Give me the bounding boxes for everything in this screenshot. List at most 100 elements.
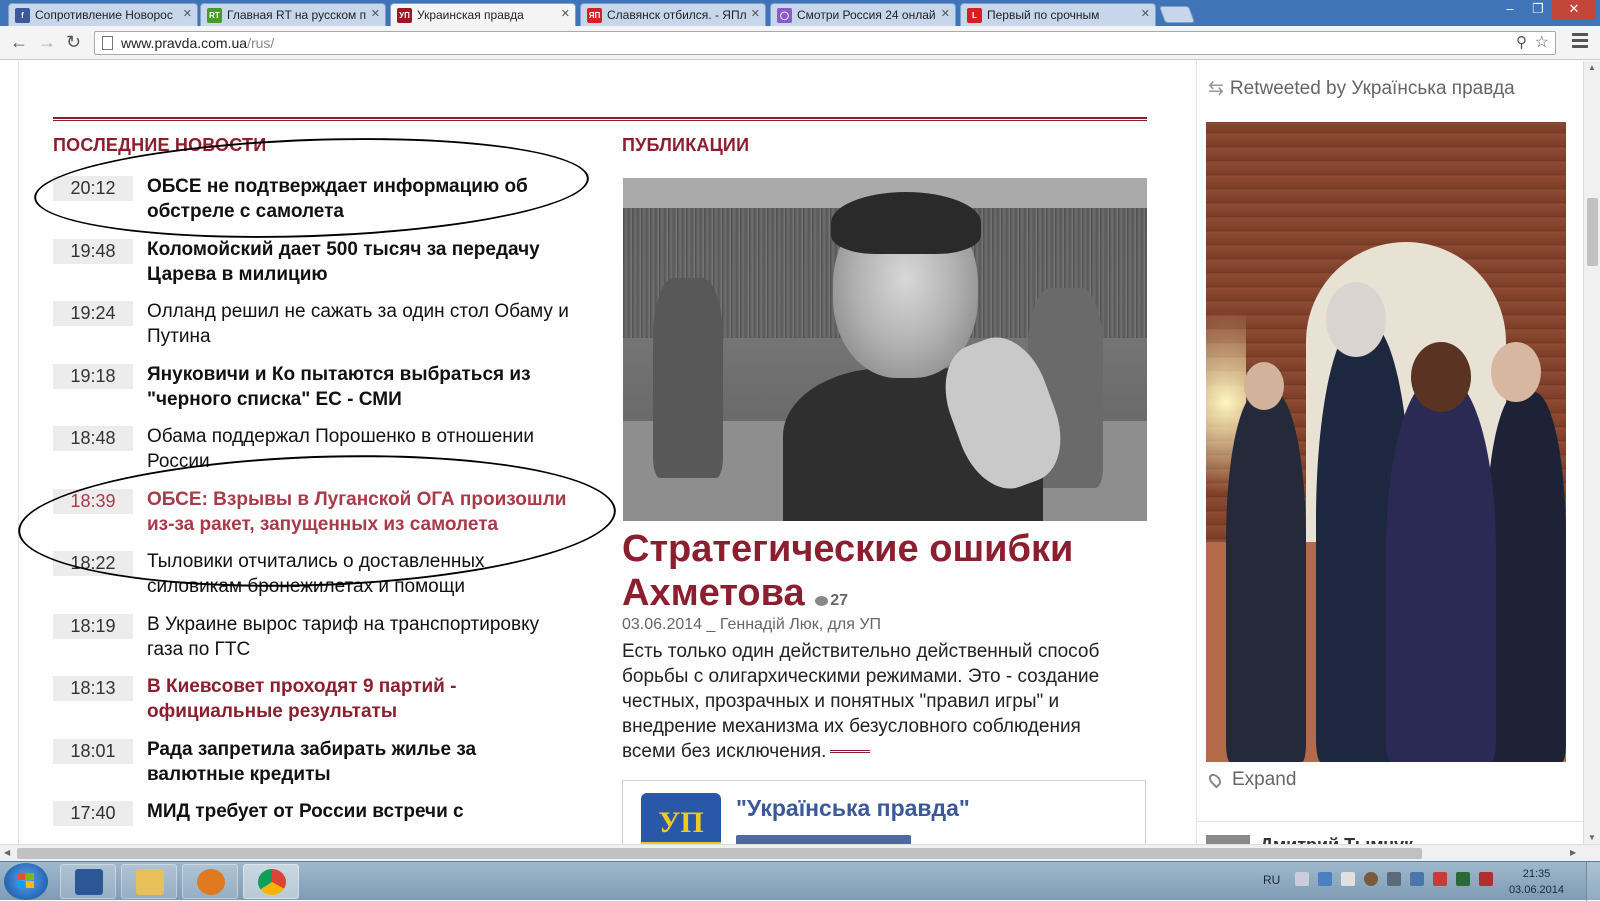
taskbar-media-player[interactable] <box>182 864 238 899</box>
news-link[interactable]: Коломойский дает 500 тысяч за передачу Ц… <box>147 237 572 287</box>
news-time: 17:40 <box>53 801 133 826</box>
news-item[interactable]: 18:01 Рада запретила забирать жилье за в… <box>53 737 573 800</box>
taskbar-word[interactable] <box>60 864 116 899</box>
tweet-photo[interactable] <box>1206 122 1566 762</box>
zoom-magnifier-icon[interactable]: ⚲ <box>1516 32 1527 54</box>
browser-toolbar: ← → ↻ www.pravda.com.ua/rus/ ⚲ ☆ <box>0 26 1600 60</box>
address-bar[interactable]: www.pravda.com.ua/rus/ ⚲ ☆ <box>94 31 1556 55</box>
forward-arrow-icon[interactable]: → <box>38 32 56 53</box>
facebook-page-name[interactable]: "Українська правда" <box>736 795 970 822</box>
page-document-icon <box>102 36 113 50</box>
tab-2-title: Главная RT на русском п <box>227 8 367 22</box>
tab-5[interactable]: ◯ Смотри Россия 24 онлай ✕ <box>770 3 956 26</box>
next-tweet-author[interactable]: Дмитрий Тымчук <box>1260 835 1413 844</box>
comment-bubble-icon <box>815 595 829 606</box>
tab-6-title: Первый по срочным <box>987 8 1100 22</box>
news-link[interactable]: Януковичи и Ко пытаются выбраться из "че… <box>147 362 572 412</box>
media-player-icon <box>197 869 225 895</box>
bookmark-star-icon[interactable]: ☆ <box>1535 32 1549 54</box>
news-item[interactable]: 19:48 Коломойский дает 500 тысяч за пере… <box>53 237 573 300</box>
comment-count[interactable]: 27 <box>815 592 848 609</box>
up-logo[interactable]: УП <box>641 793 721 844</box>
taskbar-explorer[interactable] <box>121 864 177 899</box>
hamburger-menu-icon[interactable] <box>1572 33 1588 51</box>
person-head <box>1244 362 1284 410</box>
window-controls: – ❐ ✕ <box>1496 0 1596 20</box>
tab-5-close-icon[interactable]: ✕ <box>941 7 950 20</box>
news-link[interactable]: МИД требует от России встречи с <box>147 799 572 824</box>
start-button[interactable] <box>4 863 48 900</box>
vk-icon[interactable] <box>1410 872 1424 886</box>
url-path: /rus/ <box>247 35 275 51</box>
tray-app-icon[interactable] <box>1479 872 1493 886</box>
comment-count-value: 27 <box>830 592 848 609</box>
vertical-scrollbar[interactable]: ▲ ▼ <box>1583 61 1600 844</box>
reload-icon[interactable]: ↻ <box>66 32 81 53</box>
news-item[interactable]: 19:18 Януковичи и Ко пытаются выбраться … <box>53 362 573 425</box>
tray-app-icon[interactable] <box>1433 872 1447 886</box>
read-more-icon[interactable] <box>830 750 871 754</box>
news-item[interactable]: 17:40 МИД требует от России встречи с <box>53 799 573 844</box>
taskbar-chrome[interactable] <box>243 864 299 899</box>
news-link[interactable]: В Киевсовет проходят 9 партий - официаль… <box>147 674 572 724</box>
back-arrow-icon[interactable]: ← <box>10 32 28 53</box>
scroll-down-icon[interactable]: ▼ <box>1588 833 1596 842</box>
notification-flag-icon[interactable] <box>1295 872 1309 886</box>
avatar[interactable] <box>1206 835 1250 844</box>
expand-label: Expand <box>1232 769 1297 790</box>
show-desktop-button[interactable] <box>1586 862 1600 901</box>
tab-3-favicon-icon: УП <box>397 8 412 23</box>
tab-2[interactable]: RT Главная RT на русском п ✕ <box>200 3 386 26</box>
news-item[interactable]: 18:13 В Киевсовет проходят 9 партий - оф… <box>53 674 573 737</box>
window-close-icon[interactable]: ✕ <box>1552 0 1596 20</box>
news-link[interactable]: Олланд решил не сажать за один стол Обам… <box>147 299 572 349</box>
volume-icon[interactable] <box>1341 872 1355 886</box>
tray-app-icon[interactable] <box>1387 872 1401 886</box>
location-pin-icon <box>1206 771 1224 789</box>
news-link[interactable]: В Украине вырос тариф на транспортировку… <box>147 612 572 662</box>
minimize-icon[interactable]: – <box>1496 0 1524 20</box>
news-item[interactable]: 19:24 Олланд решил не сажать за один сто… <box>53 299 573 362</box>
retweet-text: Retweeted by Українська правда <box>1229 78 1515 99</box>
tab-5-title: Смотри Россия 24 онлай <box>797 8 936 22</box>
scroll-up-icon[interactable]: ▲ <box>1588 63 1596 72</box>
horizontal-scroll-thumb[interactable] <box>17 848 1422 859</box>
facebook-like-button[interactable] <box>736 835 911 844</box>
system-clock[interactable]: 21:35 03.06.2014 <box>1509 866 1564 898</box>
tab-3-close-icon[interactable]: ✕ <box>561 7 570 20</box>
maximize-icon[interactable]: ❐ <box>1524 0 1552 20</box>
tab-1[interactable]: f Сопротивление Новорос ✕ <box>8 3 198 26</box>
keyboard-language[interactable]: RU <box>1263 873 1280 887</box>
tray-app-icon[interactable] <box>1456 872 1470 886</box>
new-tab-button[interactable] <box>1158 6 1196 23</box>
person-figure <box>1386 377 1496 762</box>
horizontal-scrollbar[interactable]: ◀ ▶ <box>0 844 1600 861</box>
publication-photo[interactable] <box>623 178 1147 521</box>
tweet-divider <box>1196 821 1583 822</box>
news-item[interactable]: 18:19 В Украине вырос тариф на транспорт… <box>53 612 573 675</box>
folder-icon <box>136 869 164 895</box>
vertical-scroll-thumb[interactable] <box>1587 198 1598 266</box>
publication-headline[interactable]: Стратегические ошибки Ахметова 27 <box>622 527 1146 623</box>
scroll-right-icon[interactable]: ▶ <box>1570 848 1576 857</box>
tab-4-close-icon[interactable]: ✕ <box>751 7 760 20</box>
tab-6[interactable]: L Первый по срочным ✕ <box>960 3 1156 26</box>
facebook-page-box: УП "Українська правда" <box>622 780 1146 844</box>
news-time: 19:24 <box>53 301 133 326</box>
tab-6-close-icon[interactable]: ✕ <box>1141 7 1150 20</box>
tab-4-favicon-icon: ЯП <box>587 8 602 23</box>
news-time: 19:48 <box>53 238 133 264</box>
tab-1-close-icon[interactable]: ✕ <box>183 7 192 20</box>
tab-4[interactable]: ЯП Славянск отбился. - ЯПл ✕ <box>580 3 766 26</box>
network-icon[interactable] <box>1318 872 1332 886</box>
page-right-border <box>1196 61 1197 844</box>
tab-1-favicon-icon: f <box>15 8 30 23</box>
tab-3-active[interactable]: УП Украинская правда ✕ <box>390 3 576 27</box>
news-link[interactable]: Рада запретила забирать жилье за валютны… <box>147 737 572 787</box>
tray-app-icon[interactable] <box>1364 872 1378 886</box>
tweet-expand-link[interactable]: Expand <box>1206 769 1297 791</box>
person-head <box>1491 342 1541 402</box>
news-time: 18:01 <box>53 738 133 764</box>
tab-2-close-icon[interactable]: ✕ <box>371 7 380 20</box>
scroll-left-icon[interactable]: ◀ <box>4 848 10 857</box>
